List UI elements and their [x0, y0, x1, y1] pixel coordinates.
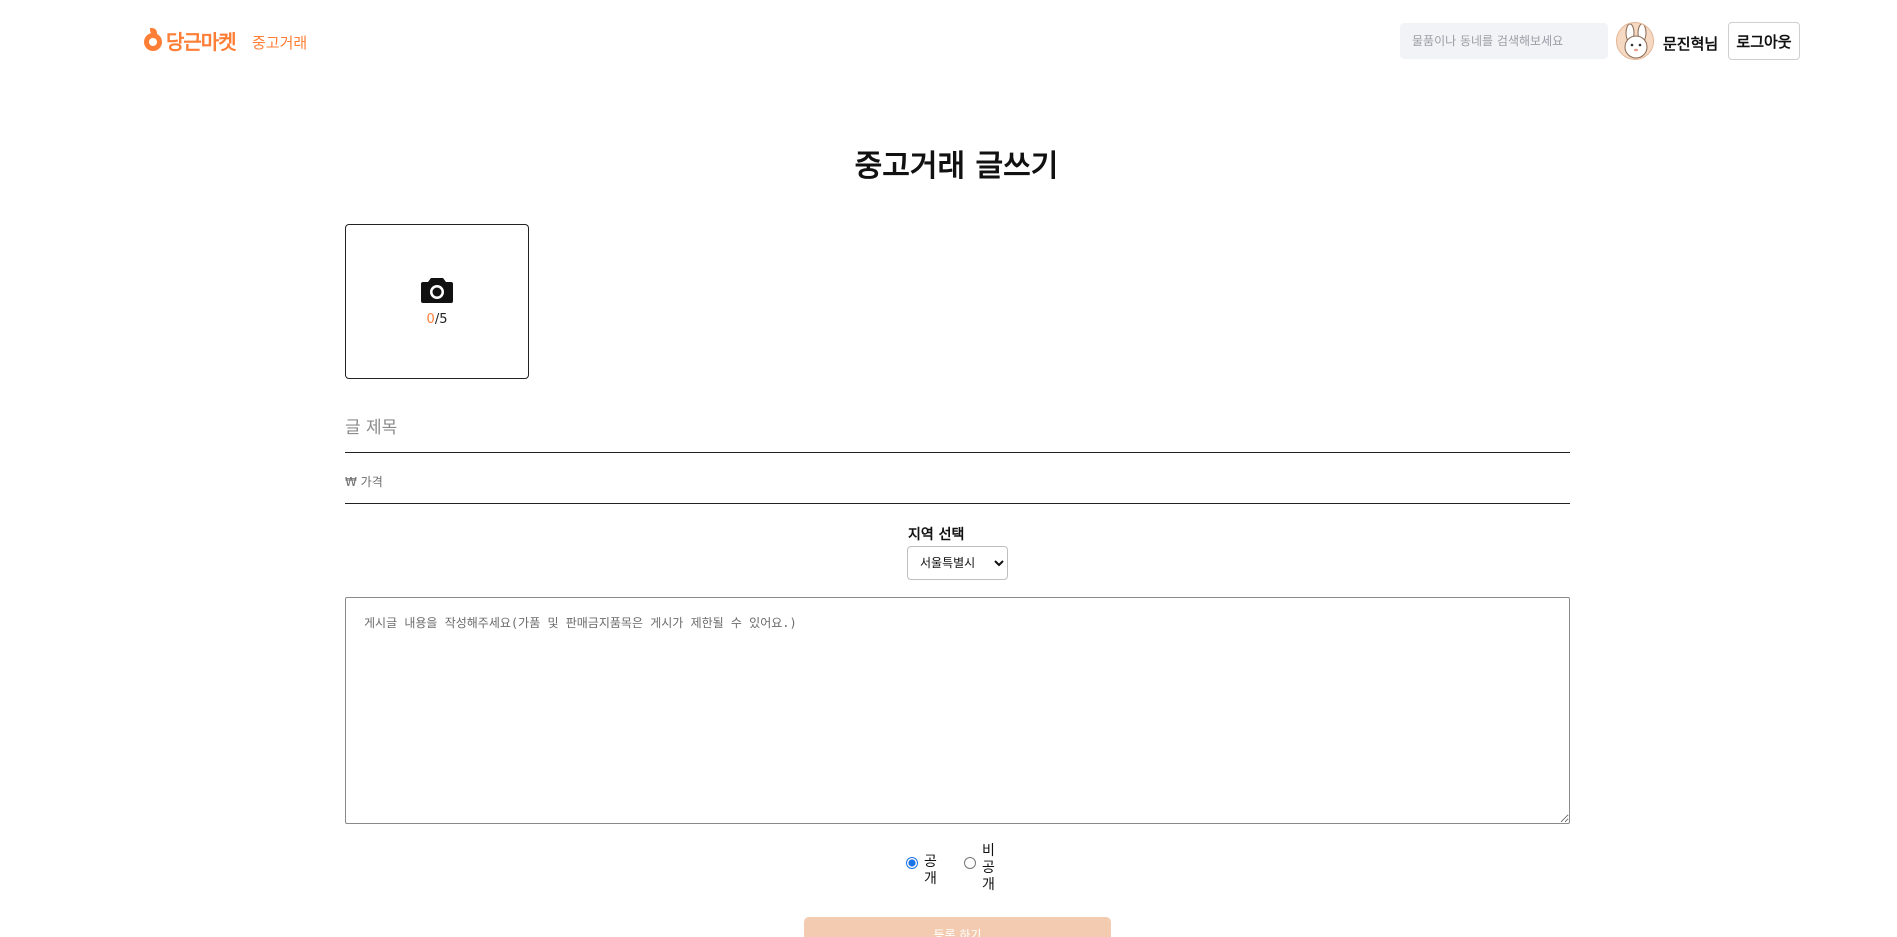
page-title: 중고거래 글쓰기: [854, 149, 1059, 184]
visibility-private-radio[interactable]: [964, 857, 976, 869]
logo[interactable]: 당근마켓: [143, 26, 237, 55]
region-select[interactable]: 서울특별시: [907, 546, 1008, 580]
photo-count-current: 0: [426, 312, 435, 327]
carrot-logo-icon: [143, 27, 163, 54]
search-input[interactable]: [1400, 23, 1608, 59]
photo-count-max: /5: [434, 312, 448, 327]
region-label: 지역 선택: [908, 527, 965, 543]
username: 문진혁님: [1663, 35, 1719, 53]
rabbit-avatar-icon: [1624, 23, 1648, 59]
photo-count: 0/5: [427, 312, 448, 327]
site-header: 당근마켓 중고거래 문진혁님 로그아웃: [0, 0, 1897, 82]
visibility-private-option[interactable]: 비공개: [964, 843, 998, 894]
nav-used-trade-link[interactable]: 중고거래: [252, 32, 307, 53]
visibility-public-option[interactable]: 공개: [906, 843, 940, 888]
visibility-public-radio[interactable]: [906, 857, 918, 869]
logo-text: 당근마켓: [166, 30, 237, 54]
title-input[interactable]: [345, 404, 1570, 453]
avatar[interactable]: [1616, 22, 1654, 60]
visibility-public-label[interactable]: 공개: [924, 854, 940, 888]
visibility-private-label[interactable]: 비공개: [982, 843, 998, 894]
price-input[interactable]: [345, 461, 1570, 504]
logout-button[interactable]: 로그아웃: [1728, 22, 1800, 60]
camera-icon: [421, 278, 453, 303]
submit-button[interactable]: 등록 하기: [804, 917, 1111, 937]
content-textarea[interactable]: [345, 597, 1570, 824]
photo-upload-button[interactable]: 0/5: [345, 224, 529, 379]
